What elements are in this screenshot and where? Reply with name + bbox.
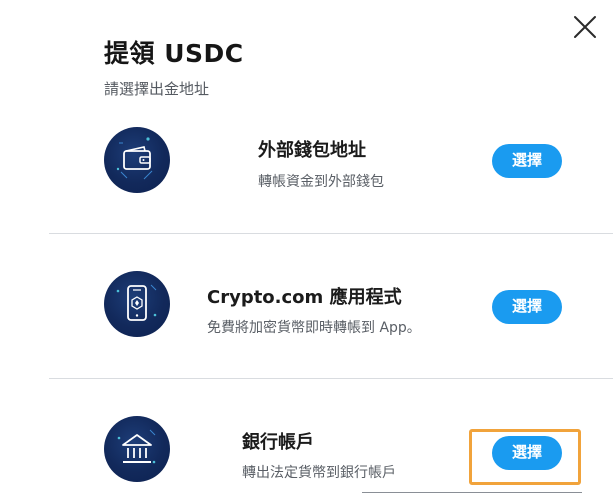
divider — [49, 233, 613, 234]
option-desc-app: 免費將加密貨幣即時轉帳到 App。 — [207, 320, 421, 336]
close-button[interactable] — [572, 14, 598, 40]
wallet-option-icon — [104, 127, 170, 193]
page-title: 提領 USDC — [104, 39, 244, 68]
select-app-button[interactable]: 選擇 — [492, 290, 562, 324]
bank-icon — [117, 429, 156, 464]
option-title-app: Crypto.com 應用程式 — [207, 287, 402, 308]
select-bank-button[interactable]: 選擇 — [492, 436, 562, 470]
divider — [49, 378, 613, 379]
option-desc-bank: 轉出法定貨幣到銀行帳戶 — [242, 465, 396, 481]
phone-app-icon — [116, 284, 157, 321]
select-external-wallet-button[interactable]: 選擇 — [492, 144, 562, 178]
bank-option-icon — [104, 416, 170, 482]
option-title-bank: 銀行帳戶 — [242, 432, 314, 453]
close-icon — [574, 16, 596, 38]
option-title-external-wallet: 外部錢包地址 — [258, 140, 366, 161]
page-subtitle: 請選擇出金地址 — [104, 80, 210, 98]
scroll-edge-line — [362, 492, 582, 493]
app-option-icon — [104, 271, 170, 337]
wallet-icon — [116, 137, 153, 180]
option-desc-external-wallet: 轉帳資金到外部錢包 — [258, 174, 384, 190]
